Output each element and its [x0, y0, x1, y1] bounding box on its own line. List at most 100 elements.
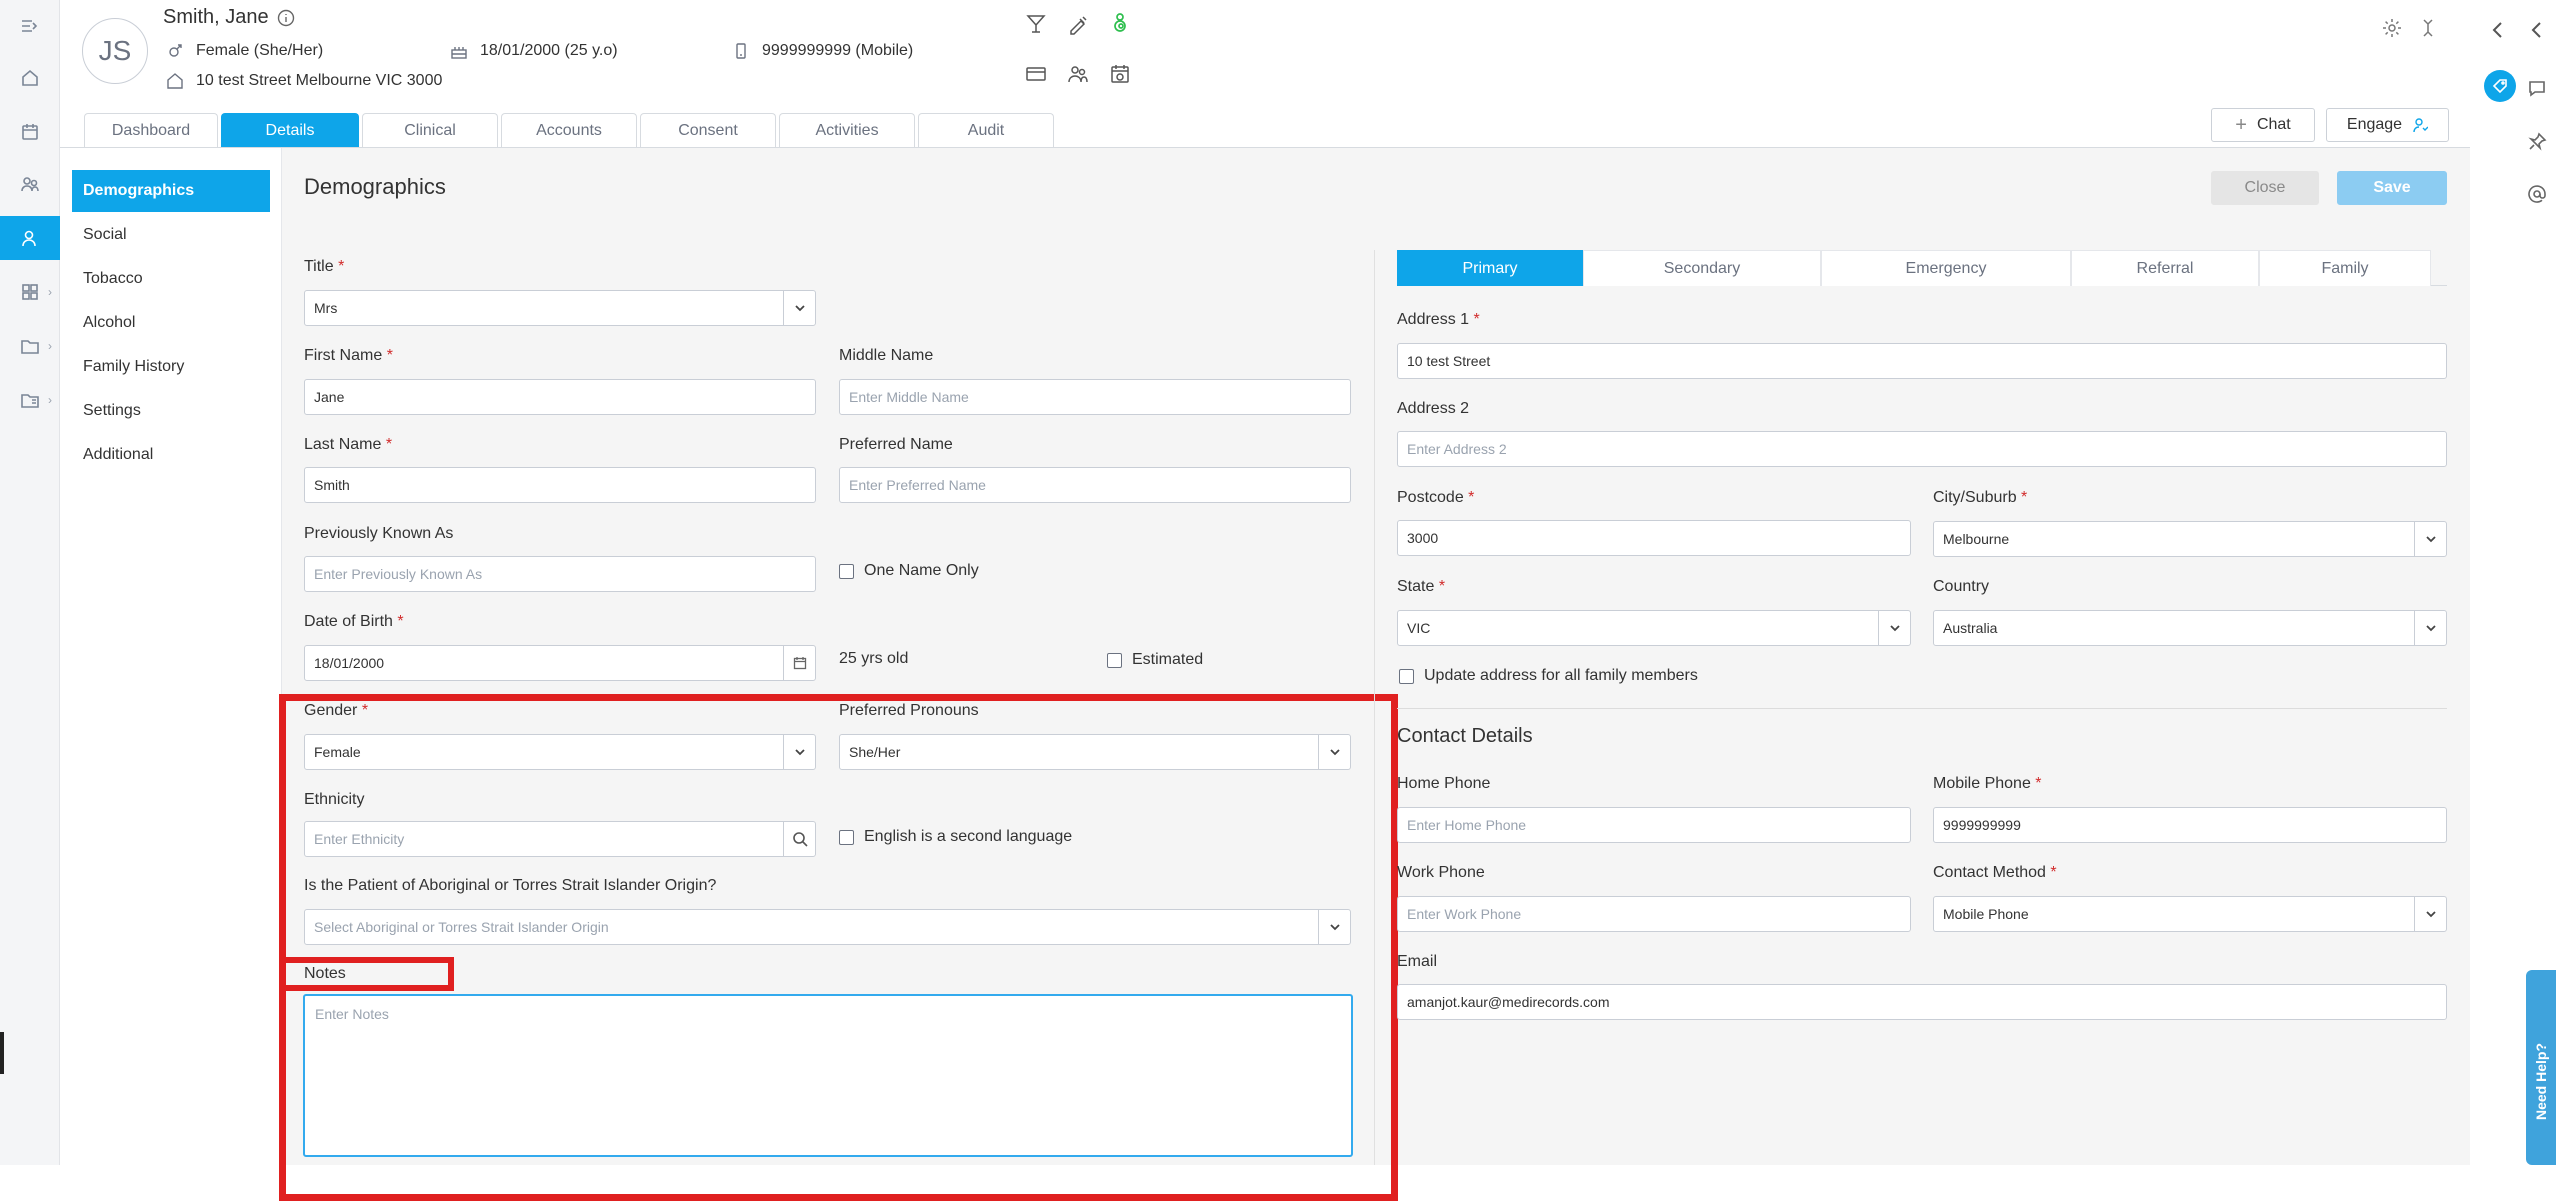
middle-name-label: Middle Name — [839, 347, 934, 364]
syringe-icon[interactable] — [1067, 13, 1089, 35]
estimated-checkbox[interactable]: Estimated — [1107, 651, 1203, 669]
title-label: Title * — [304, 258, 344, 276]
address2-label: Address 2 — [1397, 400, 1470, 417]
address2-input[interactable]: Enter Address 2 — [1397, 431, 2447, 467]
update-family-checkbox[interactable]: Update address for all family members — [1399, 667, 1698, 685]
work-phone-input[interactable]: Enter Work Phone — [1397, 896, 1911, 932]
middle-name-input[interactable]: Enter Middle Name — [839, 379, 1351, 415]
city-select[interactable]: Melbourne — [1933, 521, 2447, 557]
collapse-header-icon[interactable] — [2419, 17, 2437, 39]
address1-input[interactable]: 10 test Street — [1397, 343, 2447, 379]
cocktail-icon[interactable] — [1025, 13, 1047, 35]
tab-activities[interactable]: Activities — [779, 113, 915, 147]
patient-name: Smith, Jane — [163, 6, 295, 29]
sidenav-alcohol[interactable]: Alcohol — [72, 302, 270, 344]
appointment-icon[interactable] — [1109, 63, 1131, 85]
sidenav-settings[interactable]: Settings — [72, 390, 270, 432]
patients-group-icon[interactable] — [0, 162, 60, 206]
tab-details[interactable]: Details — [221, 113, 359, 147]
tab-referral[interactable]: Referral — [2071, 250, 2259, 286]
contact-divider — [1397, 708, 2447, 709]
folder-icon[interactable]: › — [0, 324, 60, 368]
pregnancy-icon[interactable] — [1109, 12, 1131, 34]
prev-known-input[interactable]: Enter Previously Known As — [304, 556, 816, 592]
comment-icon[interactable] — [2527, 78, 2547, 98]
mobile-phone-input[interactable]: 9999999999 — [1933, 807, 2447, 843]
first-name-input[interactable]: Jane — [304, 379, 816, 415]
tab-consent[interactable]: Consent — [640, 113, 776, 147]
engage-user-icon — [2412, 117, 2429, 133]
checkbox-box[interactable] — [839, 563, 854, 579]
country-select[interactable]: Australia — [1933, 610, 2447, 646]
calendar-picker-icon[interactable] — [783, 646, 815, 680]
tab-dashboard[interactable]: Dashboard — [84, 113, 218, 147]
mention-icon[interactable] — [2527, 184, 2547, 204]
required-mark: * — [386, 347, 393, 364]
contact-method-select[interactable]: Mobile Phone — [1933, 896, 2447, 932]
last-name-input[interactable]: Smith — [304, 467, 816, 503]
contact-method-label-text: Contact Method — [1933, 864, 2046, 881]
tab-clinical[interactable]: Clinical — [362, 113, 498, 147]
info-icon[interactable] — [277, 9, 295, 27]
chat-button[interactable]: + Chat — [2211, 108, 2315, 142]
preferred-name-label: Preferred Name — [839, 436, 953, 453]
home-icon[interactable] — [0, 56, 60, 100]
tab-family[interactable]: Family — [2259, 250, 2431, 286]
column-divider — [1374, 250, 1375, 1165]
sidenav-family-history[interactable]: Family History — [72, 346, 270, 388]
contact-method-label: Contact Method * — [1933, 864, 2057, 882]
tab-accounts[interactable]: Accounts — [501, 113, 637, 147]
highlight-box-demographics — [279, 694, 1398, 1201]
settings-gear-icon[interactable] — [2381, 17, 2403, 39]
last-name-label: Last Name * — [304, 436, 392, 454]
estimated-label: Estimated — [1132, 651, 1204, 668]
tab-secondary[interactable]: Secondary — [1583, 250, 1821, 286]
chevron-down-icon — [783, 291, 815, 325]
tab-emergency[interactable]: Emergency — [1821, 250, 2071, 286]
one-name-only-checkbox[interactable]: One Name Only — [839, 562, 979, 580]
need-help-tab[interactable]: Need Help? — [2526, 970, 2556, 1165]
state-select[interactable]: VIC — [1397, 610, 1911, 646]
chevron-down-icon — [2414, 522, 2446, 556]
folder-tree-icon[interactable]: › — [0, 378, 60, 422]
state-label-text: State — [1397, 578, 1435, 595]
expand-menu-icon[interactable] — [0, 4, 60, 48]
collapse-panel-icon[interactable] — [2527, 20, 2547, 40]
tab-audit[interactable]: Audit — [918, 113, 1054, 147]
email-label: Email — [1397, 953, 1438, 970]
engage-button[interactable]: Engage — [2326, 108, 2449, 142]
sidenav-tobacco[interactable]: Tobacco — [72, 258, 270, 300]
calendar-icon[interactable] — [0, 110, 60, 154]
sidenav-social[interactable]: Social — [72, 214, 270, 256]
checkbox-box[interactable] — [1399, 668, 1414, 684]
close-button[interactable]: Close — [2211, 171, 2319, 205]
email-input[interactable]: amanjot.kaur@medirecords.com — [1397, 984, 2447, 1020]
mobile-phone-label-text: Mobile Phone — [1933, 775, 2031, 792]
first-name-label: First Name * — [304, 347, 393, 365]
dob-label: Date of Birth * — [304, 613, 404, 631]
pin-icon[interactable] — [2527, 132, 2547, 152]
card-icon[interactable] — [1025, 63, 1047, 85]
dob-input[interactable]: 18/01/2000 — [304, 645, 816, 681]
required-mark: * — [397, 613, 404, 630]
sidenav-demographics[interactable]: Demographics — [72, 170, 270, 212]
preferred-name-input[interactable]: Enter Preferred Name — [839, 467, 1351, 503]
postcode-input[interactable]: 3000 — [1397, 520, 1911, 556]
sidenav-additional[interactable]: Additional — [72, 434, 270, 476]
plus-icon: + — [2235, 113, 2247, 136]
home-phone-input[interactable]: Enter Home Phone — [1397, 807, 1911, 843]
apps-icon[interactable]: › — [0, 270, 60, 314]
title-select[interactable]: Mrs — [304, 290, 816, 326]
patient-icon[interactable] — [0, 216, 60, 260]
patient-address-text: 10 test Street Melbourne VIC 3000 — [196, 72, 443, 89]
collapse-left-icon[interactable] — [2488, 20, 2508, 40]
contact-method-value: Mobile Phone — [1943, 906, 2029, 922]
tag-icon[interactable] — [2484, 70, 2516, 102]
chevron-down-icon — [1878, 611, 1910, 645]
family-icon[interactable] — [1067, 63, 1089, 85]
update-family-label: Update address for all family members — [1424, 667, 1698, 684]
save-button[interactable]: Save — [2337, 171, 2447, 205]
checkbox-box[interactable] — [1107, 652, 1122, 668]
address-tabs: Primary Secondary Emergency Referral Fam… — [1397, 250, 2447, 286]
tab-primary[interactable]: Primary — [1397, 250, 1583, 286]
